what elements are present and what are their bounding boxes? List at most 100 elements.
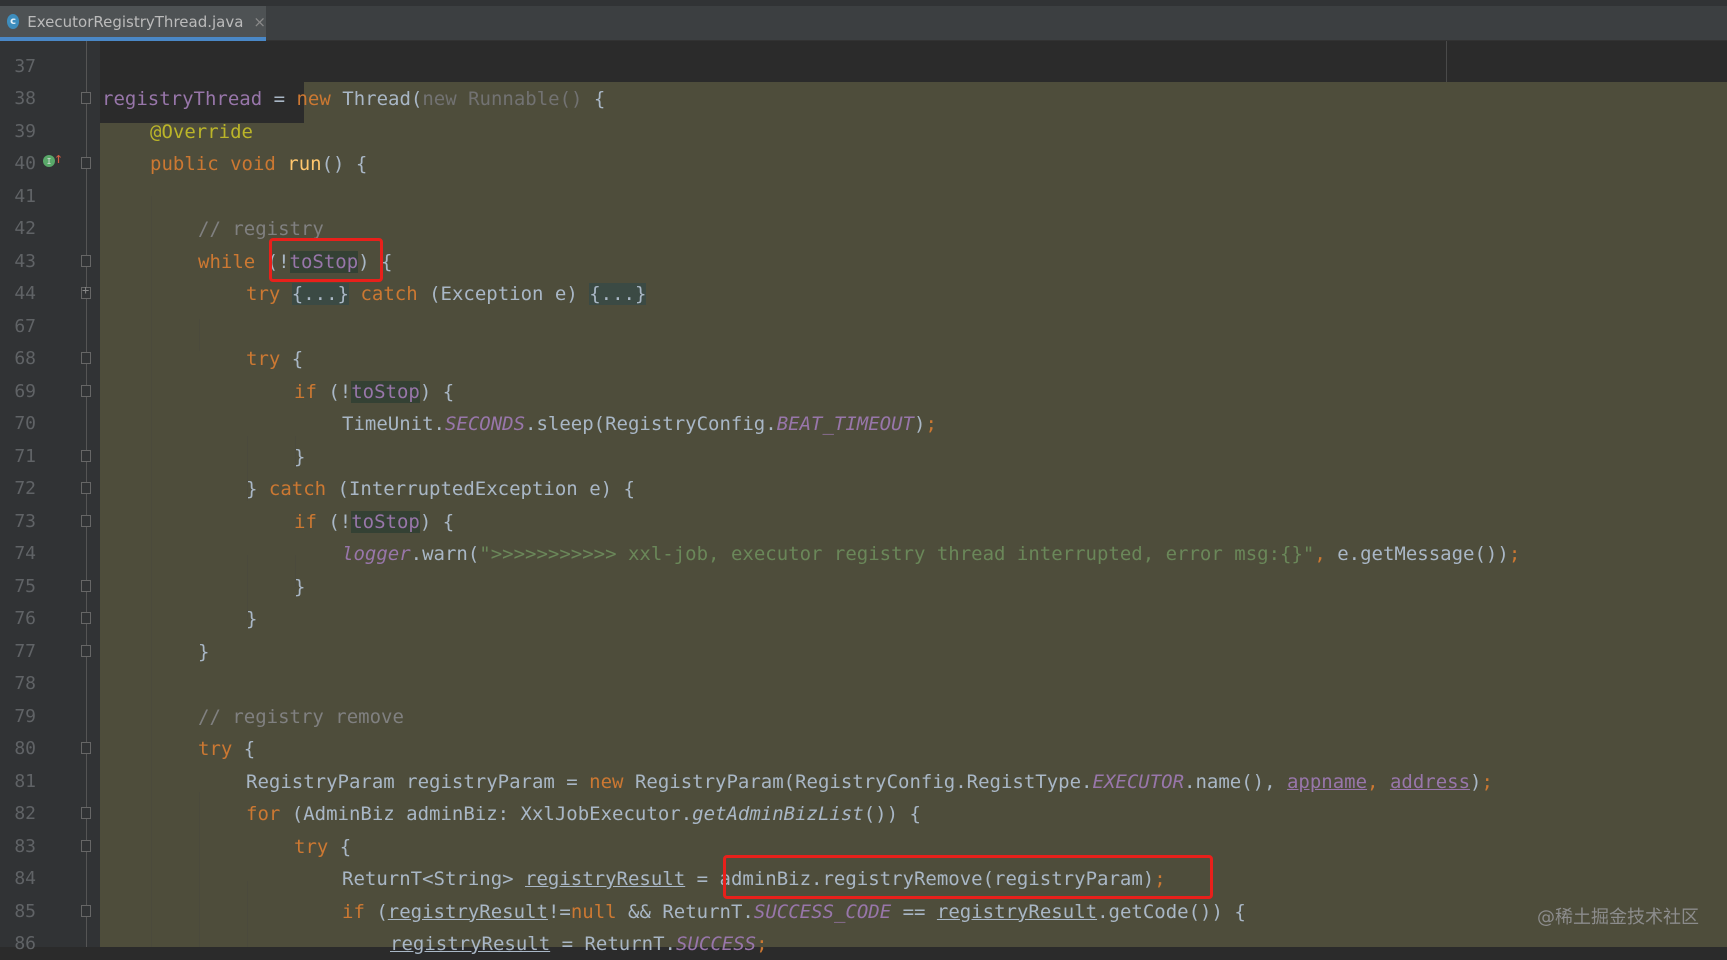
code-line[interactable]: 80 try { [0, 732, 1727, 765]
code-text: registryThread = new Thread(new Runnable… [102, 88, 606, 110]
watermark: @稀土掘金技术社区 [1537, 907, 1699, 928]
code-text: @Override [150, 120, 253, 143]
code-text: } [246, 608, 258, 630]
code-editor[interactable]: 37 38 registryThread = new Thread(new Ru… [0, 41, 1727, 955]
java-class-icon: c [7, 14, 20, 29]
line-number: 70 [14, 413, 36, 434]
code-text: } [198, 640, 210, 663]
line-number: 38 [14, 88, 36, 109]
code-text: public void run() { [150, 153, 368, 175]
line-number: 79 [14, 705, 36, 727]
code-line[interactable]: 43 while (!toStop) { [0, 245, 1727, 278]
code-line[interactable]: 42 // registry [0, 212, 1727, 245]
code-line[interactable]: 79 // registry remove [0, 700, 1727, 733]
line-number: 41 [14, 185, 36, 207]
line-number: 77 [14, 640, 36, 662]
code-text: if (registryResult!=null && ReturnT.SUCC… [342, 900, 1246, 923]
folded-block: {...} [589, 283, 647, 305]
line-number: 74 [14, 543, 36, 564]
code-text: } [294, 445, 306, 468]
code-text: logger.warn(">>>>>>>>>>> xxl-job, execut… [342, 543, 1521, 565]
code-line[interactable]: 85 if (registryResult!=null && ReturnT.S… [0, 895, 1727, 928]
line-number: 83 [14, 835, 36, 857]
annotation-box-registry-remove [723, 855, 1213, 899]
line-number: 72 [14, 478, 36, 499]
line-number: 69 [14, 380, 36, 402]
line-number: 81 [14, 770, 36, 792]
close-tab-icon[interactable]: × [253, 13, 266, 31]
fold-marker-icon[interactable] [81, 612, 91, 624]
code-line[interactable]: 67 [0, 310, 1727, 343]
code-text: TimeUnit.SECONDS.sleep(RegistryConfig.BE… [342, 413, 937, 435]
code-line[interactable]: 81 RegistryParam registryParam = new Reg… [0, 765, 1727, 798]
code-line[interactable]: 41 [0, 180, 1727, 213]
code-line[interactable]: 72 } catch (InterruptedException e) { [0, 472, 1727, 505]
fold-marker-icon[interactable] [81, 254, 91, 267]
line-number: 40 [14, 153, 36, 174]
code-line[interactable]: 82 for (AdminBiz adminBiz: XxlJobExecuto… [0, 797, 1727, 830]
code-line[interactable]: 77 } [0, 635, 1727, 668]
fold-marker-icon[interactable] [81, 482, 91, 494]
fold-marker-icon[interactable] [81, 352, 91, 364]
fold-marker-icon[interactable] [81, 92, 91, 104]
tab-executor-registry-thread[interactable]: c ExecutorRegistryThread.java × [0, 6, 266, 41]
code-text: try { [246, 348, 304, 370]
code-line[interactable]: 70 TimeUnit.SECONDS.sleep(RegistryConfig… [0, 407, 1727, 440]
line-number: 75 [14, 575, 36, 597]
line-number: 37 [14, 56, 36, 77]
line-number: 84 [14, 868, 36, 889]
line-number: 44 [14, 283, 36, 304]
fold-marker-icon[interactable] [81, 644, 91, 657]
code-line[interactable]: 73 if (!toStop) { [0, 505, 1727, 538]
fold-marker-icon[interactable] [81, 839, 91, 852]
code-line[interactable]: 74 logger.warn(">>>>>>>>>>> xxl-job, exe… [0, 537, 1727, 570]
code-text: RegistryParam registryParam = new Regist… [246, 770, 1493, 793]
code-comment: // registry remove [198, 705, 404, 728]
code-line[interactable]: 71 } [0, 440, 1727, 473]
code-text: } catch (InterruptedException e) { [246, 478, 635, 500]
fold-marker-icon[interactable] [81, 904, 91, 917]
code-text: registryResult = ReturnT.SUCCESS; [390, 933, 768, 955]
fold-marker-icon[interactable] [81, 514, 91, 527]
code-text: for (AdminBiz adminBiz: XxlJobExecutor.g… [246, 803, 921, 825]
code-line[interactable]: 38 registryThread = new Thread(new Runna… [0, 82, 1727, 115]
line-number: 85 [14, 900, 36, 922]
fold-marker-icon[interactable] [81, 742, 91, 754]
fold-marker-icon[interactable] [81, 579, 91, 592]
fold-marker-icon[interactable] [81, 449, 91, 462]
line-number: 76 [14, 608, 36, 629]
line-number: 43 [14, 250, 36, 272]
line-number: 39 [14, 120, 36, 142]
code-line[interactable]: 68 try { [0, 342, 1727, 375]
code-line[interactable]: 76 } [0, 602, 1727, 635]
override-arrow-icon[interactable]: ↑ [54, 149, 63, 167]
code-line[interactable]: 75 } [0, 570, 1727, 603]
line-number: 67 [14, 315, 36, 337]
fold-expand-icon[interactable] [81, 283, 91, 299]
folded-block: {...} [291, 283, 349, 305]
annotation-box-tostop [269, 238, 383, 282]
code-text: try { [198, 738, 256, 760]
code-line[interactable]: 69 if (!toStop) { [0, 375, 1727, 408]
fold-marker-icon[interactable] [81, 807, 91, 819]
line-number: 42 [14, 218, 36, 239]
line-number: 86 [14, 933, 36, 954]
fold-marker-icon[interactable] [81, 157, 91, 169]
code-line[interactable]: 40 I ↑ public void run() { [0, 147, 1727, 180]
line-number: 82 [14, 803, 36, 824]
code-text: if (!toStop) { [294, 380, 455, 403]
code-line[interactable]: 78 [0, 667, 1727, 700]
fold-marker-icon[interactable] [81, 384, 91, 397]
line-number: 71 [14, 445, 36, 467]
code-text: if (!toStop) { [294, 510, 455, 533]
line-number: 73 [14, 510, 36, 532]
editor-tab-bar: c ExecutorRegistryThread.java × [0, 0, 1727, 41]
code-text: try { [294, 835, 352, 858]
code-line[interactable]: 86 registryResult = ReturnT.SUCCESS; [0, 927, 1727, 960]
code-line[interactable]: 39 @Override [0, 115, 1727, 148]
line-number: 68 [14, 348, 36, 369]
code-text: try {...} catch (Exception e) {...} [246, 283, 647, 305]
tab-file-name: ExecutorRegistryThread.java [27, 12, 244, 31]
code-line[interactable]: 37 [0, 50, 1727, 83]
code-line[interactable]: 44 try {...} catch (Exception e) {...} [0, 277, 1727, 310]
